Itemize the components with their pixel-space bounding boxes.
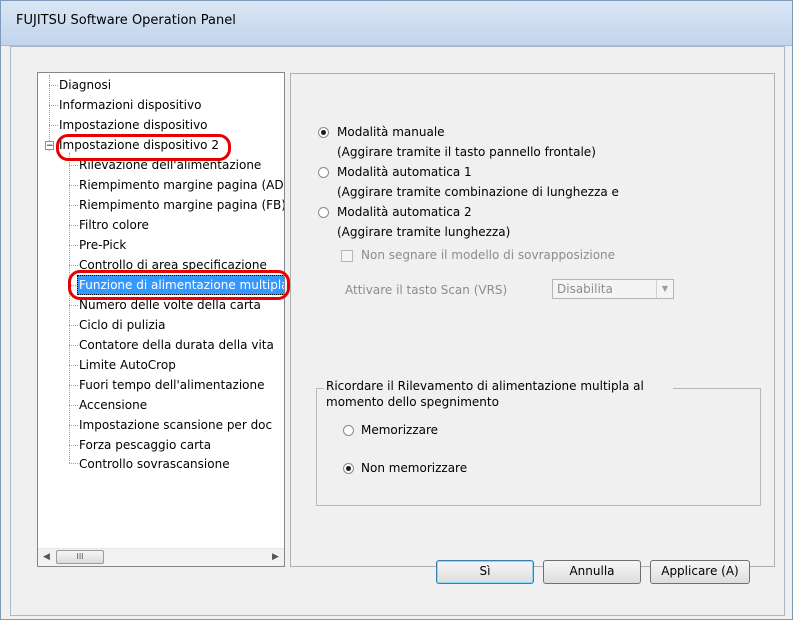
tree-connector	[69, 345, 78, 346]
tree-connector	[69, 463, 78, 464]
dialog-body: Diagnosi Informazioni dispositivo Impost…	[10, 46, 785, 616]
tree-connector	[69, 365, 78, 366]
scroll-right-arrow-icon[interactable]: ▶	[267, 549, 284, 566]
mode-auto-1-label[interactable]: Modalità automatica 1	[337, 165, 472, 179]
mode-manual-description: (Aggirare tramite il tasto pannello fron…	[337, 145, 596, 159]
tree-connector	[69, 305, 78, 306]
yes-button[interactable]: Sì	[436, 560, 534, 584]
tree-connector	[49, 85, 58, 86]
tree-item-impostazione-scansione[interactable]: Impostazione scansione per doc	[79, 416, 272, 434]
tree-item-impostazione-dispositivo[interactable]: Impostazione dispositivo	[59, 116, 208, 134]
mode-auto-2-label[interactable]: Modalità automatica 2	[337, 205, 472, 219]
tree-item-filtro-colore[interactable]: Filtro colore	[79, 216, 149, 234]
mode-auto-1-radio[interactable]	[318, 167, 329, 178]
tree-horizontal-scrollbar[interactable]: ◀ III ▶	[38, 548, 284, 566]
scan-button-select[interactable]: Disabilita ▼	[552, 279, 674, 299]
tree-connector	[69, 225, 78, 226]
mode-manual-radio[interactable]	[318, 127, 329, 138]
no-mark-overlap-label: Non segnare il modello di sovrapposizion…	[361, 248, 616, 262]
tree-connector	[69, 325, 78, 326]
tree-connector	[69, 245, 78, 246]
tree-item-contatore-durata[interactable]: Contatore della durata della vita	[79, 336, 274, 354]
tree-item-accensione[interactable]: Accensione	[79, 396, 147, 414]
scrollbar-thumb[interactable]: III	[56, 550, 104, 564]
tree-item-pre-pick[interactable]: Pre-Pick	[79, 236, 126, 254]
title-bar[interactable]: FUJITSU Software Operation Panel	[1, 1, 792, 46]
cancel-button[interactable]: Annulla	[543, 560, 641, 584]
collapse-icon[interactable]: −	[45, 141, 54, 151]
tree-item-limite-autocrop[interactable]: Limite AutoCrop	[79, 356, 176, 374]
mode-auto-2-radio[interactable]	[318, 207, 329, 218]
scroll-left-arrow-icon[interactable]: ◀	[38, 549, 55, 566]
tree-item-diagnosi[interactable]: Diagnosi	[59, 76, 111, 94]
do-not-memorize-radio[interactable]	[343, 463, 354, 474]
tree-connector	[69, 165, 78, 166]
memorize-label[interactable]: Memorizzare	[361, 423, 438, 437]
app-window: FUJITSU Software Operation Panel Diagnos…	[0, 0, 793, 620]
tree-item-controllo-sovrascansione[interactable]: Controllo sovrascansione	[79, 455, 230, 473]
tree-connector	[69, 425, 78, 426]
annotation-ring-multifeed-function	[68, 270, 290, 300]
tree-connector	[69, 385, 78, 386]
annotation-ring-device-settings-2	[56, 134, 231, 161]
mode-auto-1-description: (Aggirare tramite combinazione di lunghe…	[337, 185, 619, 199]
tree-item-riempimento-margine-fb[interactable]: Riempimento margine pagina (FB)	[79, 196, 284, 214]
tree-item-forza-pescaggio[interactable]: Forza pescaggio carta	[79, 436, 211, 454]
apply-button[interactable]: Applicare (A)	[650, 560, 750, 584]
scan-button-label: Attivare il tasto Scan (VRS)	[345, 283, 508, 297]
mode-manual-label[interactable]: Modalità manuale	[337, 125, 445, 139]
tree-item-informazioni-dispositivo[interactable]: Informazioni dispositivo	[59, 96, 201, 114]
tree-connector	[49, 125, 58, 126]
tree-item-fuori-tempo[interactable]: Fuori tempo dell'alimentazione	[79, 376, 265, 394]
tree-connector-children	[69, 153, 70, 463]
tree-connector	[69, 205, 78, 206]
tree-connector-root	[49, 75, 50, 151]
mode-auto-2-description: (Aggirare tramite lunghezza)	[337, 225, 511, 239]
tree-connector	[69, 265, 78, 266]
scan-button-value: Disabilita	[557, 282, 613, 296]
memorize-radio[interactable]	[343, 425, 354, 436]
window-title: FUJITSU Software Operation Panel	[16, 13, 236, 28]
remember-group-caption: Ricordare il Rilevamento di alimentazion…	[324, 378, 673, 410]
tree-connector	[49, 105, 58, 106]
tree-connector	[69, 185, 78, 186]
tree-item-riempimento-margine-adf[interactable]: Riempimento margine pagina (ADF)	[79, 176, 284, 194]
tree-item-ciclo-pulizia[interactable]: Ciclo di pulizia	[79, 316, 165, 334]
chevron-down-icon[interactable]: ▼	[656, 280, 673, 298]
tree-connector	[69, 405, 78, 406]
do-not-memorize-label[interactable]: Non memorizzare	[361, 461, 467, 475]
tree-connector	[69, 445, 78, 446]
no-mark-overlap-checkbox[interactable]	[341, 250, 353, 262]
